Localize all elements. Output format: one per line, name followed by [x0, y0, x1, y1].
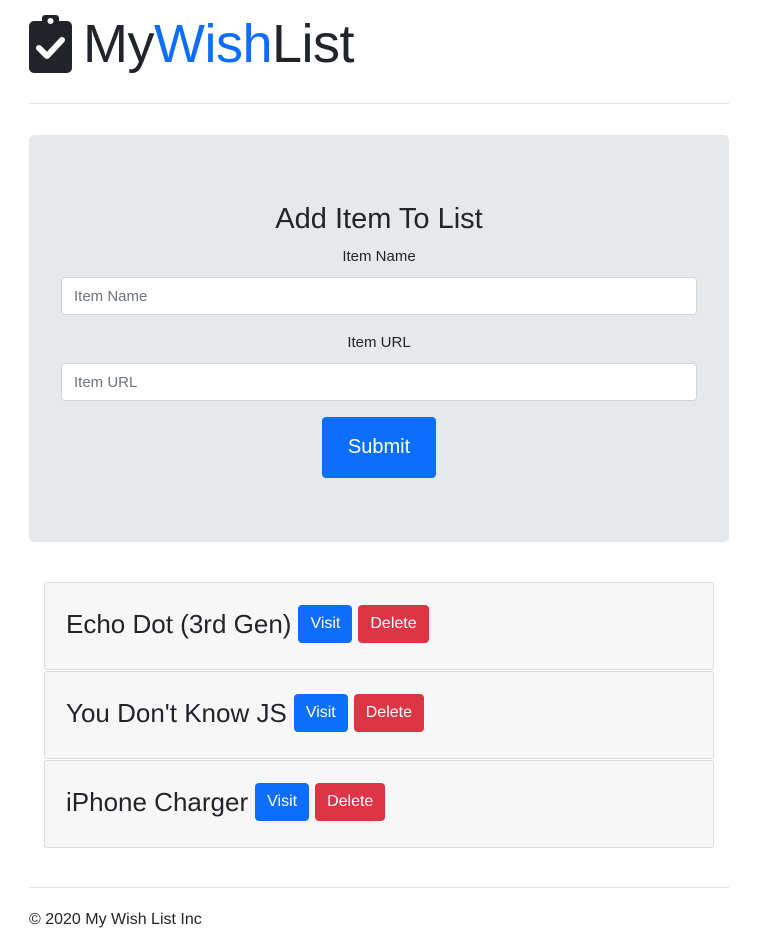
brand-wish: Wish	[153, 14, 273, 74]
site-header: MyWishList	[29, 12, 355, 76]
list-item-row: iPhone Charger Visit Delete	[66, 783, 386, 821]
delete-button[interactable]: Delete	[353, 694, 424, 732]
item-name-label: Item Name	[342, 248, 416, 265]
item-name: Echo Dot (3rd Gen)	[66, 609, 292, 639]
list-item: You Don't Know JS Visit Delete	[44, 671, 714, 759]
form-title: Add Item To List	[275, 203, 483, 235]
delete-button[interactable]: Delete	[358, 605, 429, 643]
visit-button[interactable]: Visit	[255, 783, 310, 821]
brand-list: List	[271, 14, 355, 74]
footer-divider	[29, 887, 729, 888]
list-item-row: You Don't Know JS Visit Delete	[66, 694, 424, 732]
item-url-label: Item URL	[347, 334, 411, 351]
submit-button[interactable]: Submit	[322, 417, 436, 478]
visit-button[interactable]: Visit	[298, 605, 353, 643]
visit-button[interactable]: Visit	[293, 694, 348, 732]
list-item-row: Echo Dot (3rd Gen) Visit Delete	[66, 605, 429, 643]
list-item: iPhone Charger Visit Delete	[44, 760, 714, 848]
item-name: You Don't Know JS	[66, 698, 287, 728]
site-brand[interactable]: MyWishList	[83, 14, 355, 74]
footer-copyright: © 2020 My Wish List Inc	[29, 911, 202, 928]
header-divider	[29, 103, 729, 104]
delete-button[interactable]: Delete	[315, 783, 386, 821]
item-name: iPhone Charger	[66, 787, 249, 817]
page: MyWishList Add Item To List Item Name It…	[0, 0, 773, 940]
add-item-form: Add Item To List Item Name Item URL Subm…	[29, 135, 729, 542]
list-item: Echo Dot (3rd Gen) Visit Delete	[44, 582, 714, 670]
item-url-input[interactable]	[61, 363, 697, 401]
item-name-input[interactable]	[61, 277, 697, 315]
brand-my: My	[83, 14, 154, 74]
clipboard-check-icon	[29, 15, 72, 73]
